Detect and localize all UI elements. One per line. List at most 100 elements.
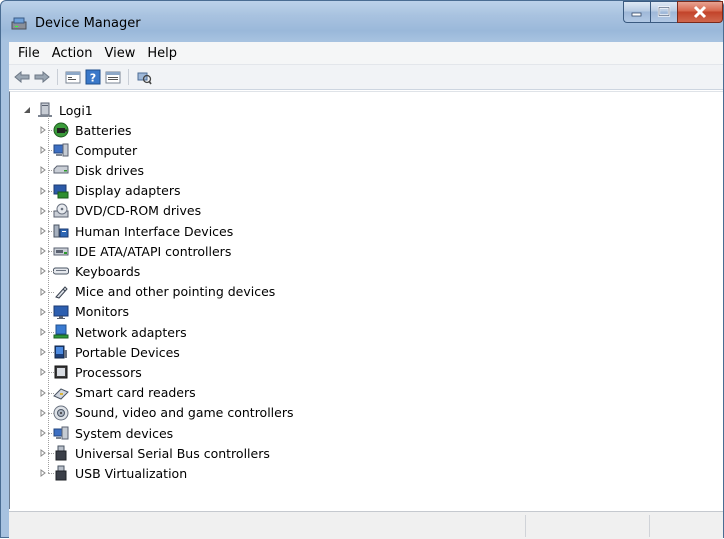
smart-card-icon bbox=[52, 385, 70, 401]
tree-node-label: Display adapters bbox=[75, 183, 181, 199]
tree-node-universal-serial-bus-controllers[interactable]: Universal Serial Bus controllers bbox=[38, 443, 270, 463]
tree-node-label: Disk drives bbox=[75, 162, 144, 178]
monitor-icon bbox=[52, 304, 70, 320]
view-button[interactable] bbox=[104, 68, 122, 86]
scan-hardware-icon bbox=[137, 72, 152, 85]
expand-arrow-icon[interactable] bbox=[38, 206, 48, 216]
system-device-icon bbox=[52, 425, 70, 441]
usb-icon bbox=[52, 445, 70, 461]
tree-node-label: USB Virtualization bbox=[75, 465, 188, 481]
network-adapter-icon bbox=[52, 324, 70, 340]
expand-arrow-icon[interactable] bbox=[38, 367, 48, 377]
expand-arrow-icon[interactable] bbox=[38, 448, 48, 458]
tree-guide-line bbox=[48, 271, 54, 273]
expand-arrow-icon[interactable] bbox=[38, 428, 48, 438]
expand-arrow-icon[interactable] bbox=[38, 266, 48, 276]
computer-root-icon bbox=[36, 102, 54, 118]
computer-icon bbox=[52, 142, 70, 158]
tree-root[interactable]: Logi1 bbox=[22, 100, 93, 120]
dvd-drive-icon bbox=[52, 203, 70, 219]
display-adapter-icon bbox=[52, 183, 70, 199]
tree-node-ide-ata-atapi-controllers[interactable]: IDE ATA/ATAPI controllers bbox=[38, 241, 231, 261]
tree-node-label: Smart card readers bbox=[75, 385, 196, 401]
client-area: File Action View Help ? Logi1 Batteries … bbox=[9, 42, 723, 539]
tree-guide-line bbox=[48, 170, 54, 172]
tree-guide-line bbox=[48, 311, 54, 313]
properties-button[interactable] bbox=[64, 68, 82, 86]
tree-guide-line bbox=[48, 352, 54, 354]
tree-node-label: DVD/CD-ROM drives bbox=[75, 203, 202, 219]
tree-root-label: Logi1 bbox=[59, 102, 93, 118]
scan-hardware-button[interactable] bbox=[135, 68, 153, 86]
tree-node-portable-devices[interactable]: Portable Devices bbox=[38, 342, 180, 362]
tree-guide-line bbox=[48, 190, 54, 192]
tree-node-label: Keyboards bbox=[75, 263, 141, 279]
tree-node-dvd-cd-rom-drives[interactable]: DVD/CD-ROM drives bbox=[38, 201, 201, 221]
tree-guide-line bbox=[48, 473, 54, 475]
back-arrow-icon bbox=[14, 71, 30, 83]
device-tree[interactable]: Logi1 Batteries Computer Disk drives Displa… bbox=[9, 91, 723, 509]
forward-arrow-icon bbox=[34, 71, 50, 83]
ide-controller-icon bbox=[52, 243, 70, 259]
hid-icon bbox=[52, 223, 70, 239]
tree-node-mice-and-other-pointing-devices[interactable]: Mice and other pointing devices bbox=[38, 282, 275, 302]
expand-arrow-icon[interactable] bbox=[38, 287, 48, 297]
tree-node-label: Mice and other pointing devices bbox=[75, 284, 276, 300]
expand-arrow-icon[interactable] bbox=[38, 186, 48, 196]
tree-node-label: Universal Serial Bus controllers bbox=[75, 445, 270, 461]
minimize-button[interactable] bbox=[623, 1, 650, 23]
help-button[interactable]: ? bbox=[84, 68, 102, 86]
expand-arrow-icon[interactable] bbox=[38, 388, 48, 398]
menu-view[interactable]: View bbox=[98, 44, 141, 63]
forward-button[interactable] bbox=[33, 68, 51, 86]
tree-node-label: IDE ATA/ATAPI controllers bbox=[75, 243, 232, 259]
tree-node-network-adapters[interactable]: Network adapters bbox=[38, 322, 187, 342]
sound-icon bbox=[52, 405, 70, 421]
expand-arrow-icon[interactable] bbox=[38, 408, 48, 418]
expand-arrow-icon[interactable] bbox=[38, 327, 48, 337]
menu-help[interactable]: Help bbox=[141, 44, 183, 63]
tree-guide-line bbox=[48, 210, 54, 212]
title-bar[interactable]: Device Manager bbox=[1, 1, 723, 41]
tree-node-label: Network adapters bbox=[75, 324, 187, 340]
tree-node-display-adapters[interactable]: Display adapters bbox=[38, 181, 180, 201]
expand-arrow-icon[interactable] bbox=[38, 165, 48, 175]
tree-node-label: Computer bbox=[75, 142, 138, 158]
expand-arrow-icon[interactable] bbox=[38, 347, 48, 357]
expand-arrow-icon[interactable] bbox=[38, 307, 48, 317]
collapse-arrow-icon[interactable] bbox=[22, 105, 32, 115]
disk-drive-icon bbox=[52, 162, 70, 178]
usb-icon bbox=[52, 465, 70, 481]
tree-node-smart-card-readers[interactable]: Smart card readers bbox=[38, 383, 196, 403]
close-button[interactable] bbox=[677, 1, 723, 23]
menu-file[interactable]: File bbox=[12, 44, 46, 63]
tree-node-system-devices[interactable]: System devices bbox=[38, 423, 173, 443]
processor-icon bbox=[52, 364, 70, 380]
expand-arrow-icon[interactable] bbox=[38, 145, 48, 155]
toolbar-separator bbox=[57, 69, 58, 85]
device-manager-icon bbox=[11, 17, 27, 30]
tree-guide-line bbox=[48, 251, 54, 253]
menu-action[interactable]: Action bbox=[46, 44, 99, 63]
minimize-icon bbox=[631, 12, 642, 17]
expand-arrow-icon[interactable] bbox=[38, 246, 48, 256]
expand-arrow-icon[interactable] bbox=[38, 125, 48, 135]
maximize-button[interactable] bbox=[650, 1, 677, 23]
tree-guide-line bbox=[48, 372, 54, 374]
help-icon: ? bbox=[85, 69, 101, 85]
mouse-icon bbox=[52, 284, 70, 300]
tree-node-human-interface-devices[interactable]: Human Interface Devices bbox=[38, 221, 233, 241]
tree-node-usb-virtualization[interactable]: USB Virtualization bbox=[38, 463, 187, 483]
tree-guide-line bbox=[48, 150, 54, 152]
tree-guide-line bbox=[48, 453, 54, 455]
expand-arrow-icon[interactable] bbox=[38, 468, 48, 478]
tree-guide-line bbox=[48, 332, 54, 333]
tree-guide-line bbox=[48, 412, 54, 414]
expand-arrow-icon[interactable] bbox=[38, 226, 48, 236]
status-pane bbox=[525, 515, 649, 537]
tree-guide-line bbox=[48, 231, 54, 232]
properties-icon bbox=[65, 71, 81, 84]
back-button[interactable] bbox=[13, 68, 31, 86]
tree-guide-line bbox=[48, 433, 54, 434]
tree-node-sound-video-and-game-controllers[interactable]: Sound, video and game controllers bbox=[38, 403, 294, 423]
